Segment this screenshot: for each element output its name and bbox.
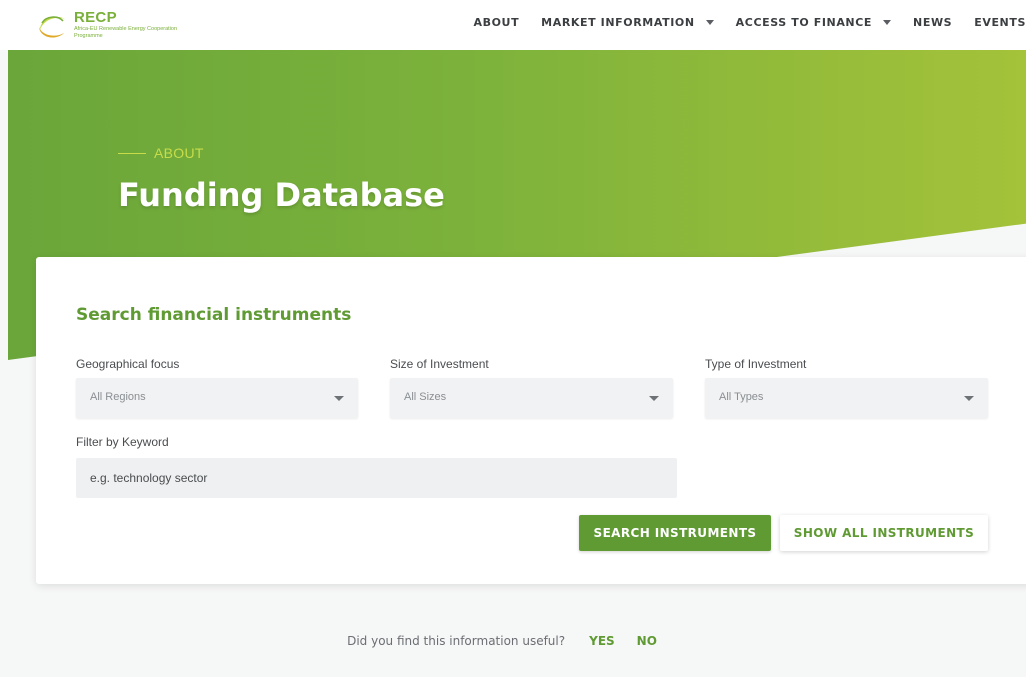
page-title: Funding Database <box>118 176 445 214</box>
nav-item-label: ABOUT <box>473 15 520 29</box>
search-card-title: Search financial instruments <box>76 305 352 325</box>
geographical-focus-value: All Regions <box>90 391 146 403</box>
nav-item-events[interactable]: EVENTS <box>974 16 1026 29</box>
feedback-bar: Did you find this information useful? YE… <box>0 630 1026 652</box>
dropdown-arrow-icon <box>334 396 344 401</box>
geographical-focus-label: Geographical focus <box>76 357 180 371</box>
nav-item-access-to-finance[interactable]: ACCESS TO FINANCE <box>735 15 892 29</box>
logo-subtitle: Africa-EU Renewable Energy Cooperation P… <box>74 26 178 39</box>
size-of-investment-value: All Sizes <box>404 391 447 403</box>
logo-title: RECP <box>74 9 117 26</box>
nav-item-label: NEWS <box>913 15 953 29</box>
hero-eyebrow: ABOUT <box>118 145 204 161</box>
dropdown-arrow-icon <box>964 396 974 401</box>
main-nav: ABOUT MARKET INFORMATION ACCESS TO FINAN… <box>451 0 1026 44</box>
size-of-investment-label: Size of Investment <box>390 357 489 371</box>
hero-eyebrow-label: ABOUT <box>154 145 204 161</box>
feedback-no-link[interactable]: NO <box>637 634 657 648</box>
eyebrow-rule <box>118 152 146 154</box>
dropdown-arrow-icon <box>649 396 659 401</box>
nav-item-label: EVENTS <box>974 15 1026 29</box>
keyword-filter-label: Filter by Keyword <box>76 435 169 449</box>
logo-swoosh-icon <box>39 16 65 38</box>
recp-logo[interactable]: RECP Africa-EU Renewable Energy Cooperat… <box>36 6 177 40</box>
nav-item-market-information[interactable]: MARKET INFORMATION <box>541 16 714 29</box>
feedback-yes-link[interactable]: YES <box>589 634 615 648</box>
search-card: Search financial instruments Geographica… <box>36 257 1026 584</box>
caret-down-icon <box>705 19 714 25</box>
type-of-investment-label: Type of Investment <box>705 357 807 371</box>
search-instruments-button[interactable]: SEARCH INSTRUMENTS <box>579 515 771 551</box>
keyword-search-input[interactable] <box>76 458 677 498</box>
feedback-question: Did you find this information useful? <box>347 634 566 648</box>
nav-item-label: MARKET INFORMATION <box>541 15 695 29</box>
caret-down-icon <box>883 19 892 25</box>
type-of-investment-value: All Types <box>719 391 764 403</box>
page: RECP Africa-EU Renewable Energy Cooperat… <box>0 0 1026 677</box>
nav-item-about[interactable]: ABOUT <box>473 16 519 29</box>
top-navigation-bar: RECP Africa-EU Renewable Energy Cooperat… <box>0 0 1026 50</box>
size-of-investment-select[interactable]: All Sizes <box>390 378 673 418</box>
nav-item-news[interactable]: NEWS <box>913 16 952 29</box>
nav-item-label: ACCESS TO FINANCE <box>735 15 873 29</box>
geographical-focus-select[interactable]: All Regions <box>76 378 358 418</box>
type-of-investment-select[interactable]: All Types <box>705 378 988 418</box>
show-all-instruments-button[interactable]: SHOW ALL INSTRUMENTS <box>780 515 988 551</box>
